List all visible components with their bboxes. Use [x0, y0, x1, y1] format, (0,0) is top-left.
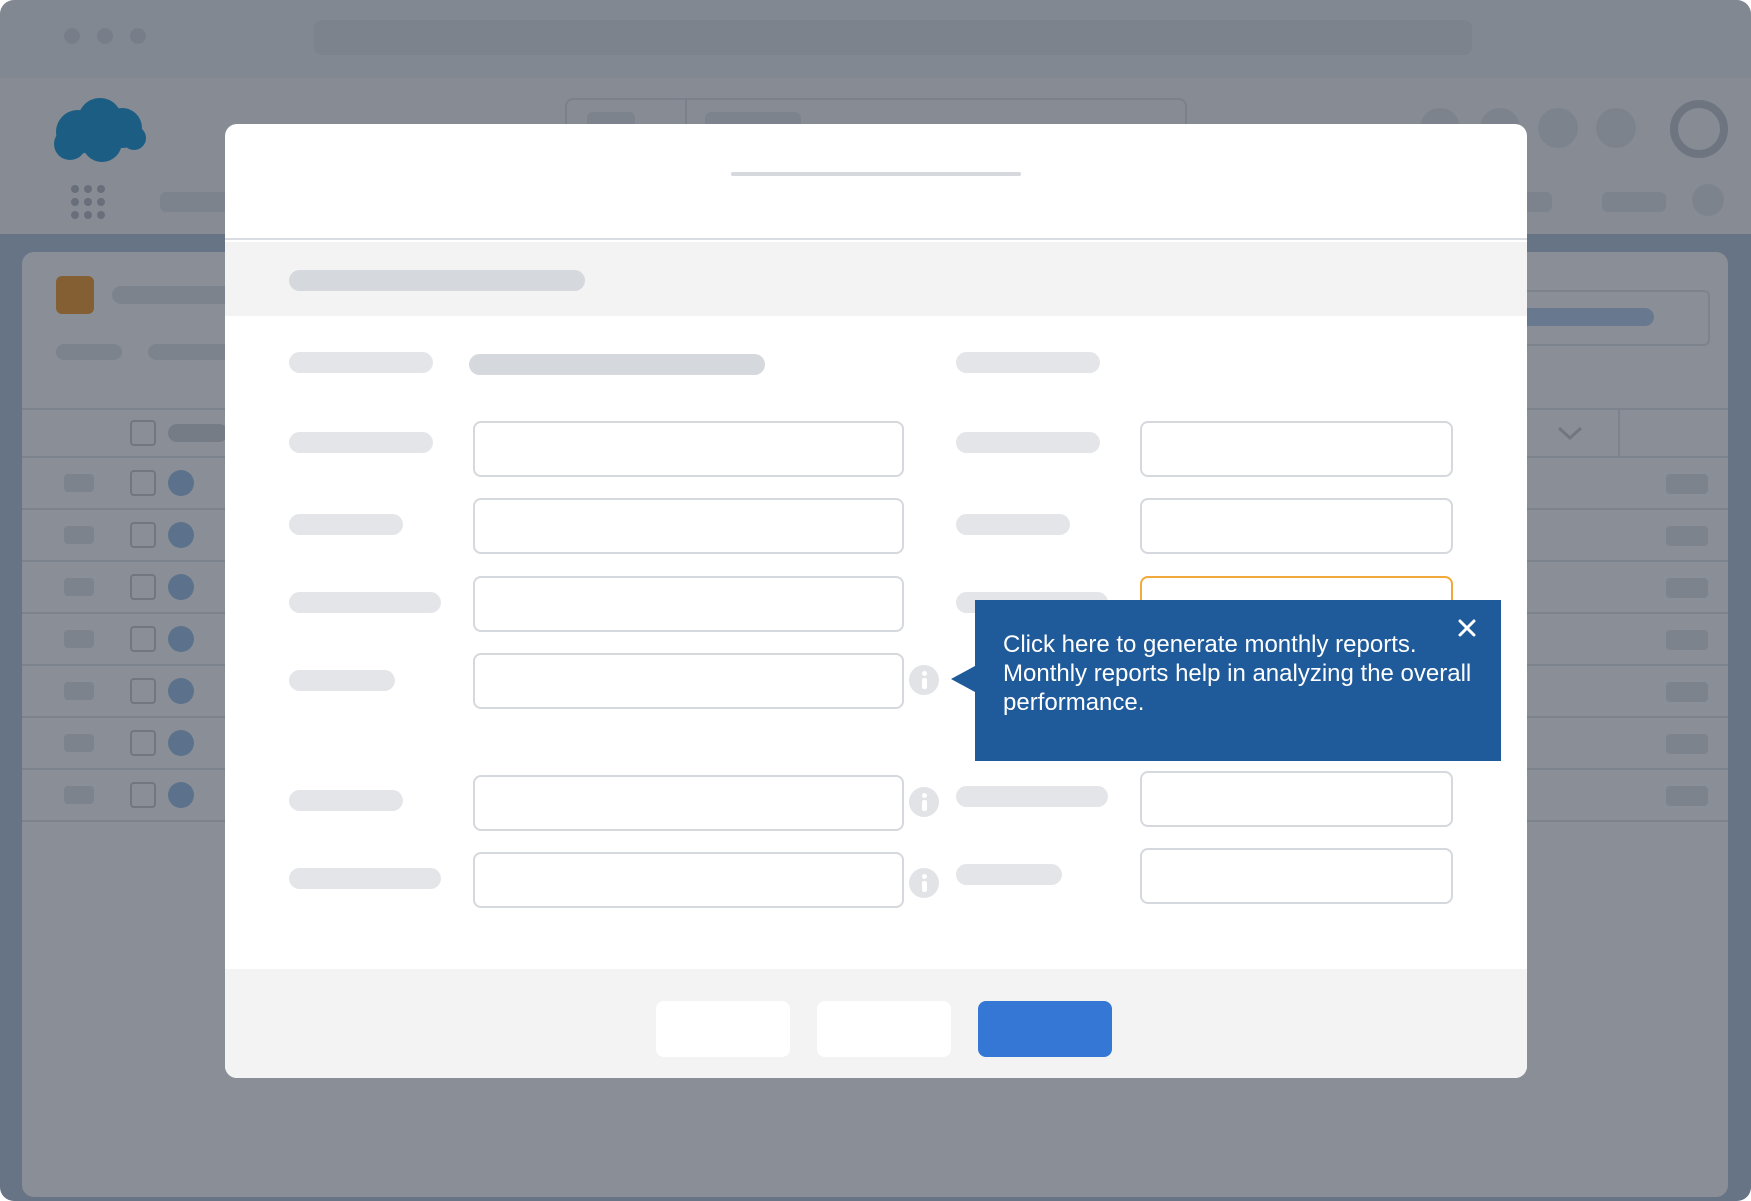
field-label — [289, 592, 441, 613]
field-label — [289, 432, 433, 453]
section-title — [289, 270, 585, 291]
save-and-new-button[interactable] — [817, 1001, 951, 1057]
field-label — [289, 670, 395, 691]
text-field[interactable] — [473, 498, 904, 554]
app-window: Click here to generate monthly reports. … — [0, 0, 1751, 1201]
field-label — [289, 790, 403, 811]
field-label — [956, 786, 1108, 807]
text-field[interactable] — [1140, 848, 1453, 904]
text-field[interactable] — [473, 421, 904, 477]
text-field[interactable] — [473, 775, 904, 831]
info-icon[interactable] — [909, 665, 939, 695]
text-field[interactable] — [473, 852, 904, 908]
section-header[interactable] — [225, 242, 1527, 316]
field-label — [289, 352, 433, 373]
field-label — [956, 864, 1062, 885]
field-value — [469, 354, 765, 375]
text-field[interactable] — [1140, 498, 1453, 554]
text-field[interactable] — [473, 576, 904, 632]
cancel-button[interactable] — [656, 1001, 790, 1057]
modal-header — [225, 124, 1527, 240]
modal-title — [731, 172, 1021, 176]
guidance-tooltip[interactable]: Click here to generate monthly reports. … — [975, 600, 1501, 761]
text-field[interactable] — [1140, 771, 1453, 827]
field-label — [956, 514, 1070, 535]
info-icon[interactable] — [909, 868, 939, 898]
text-field[interactable] — [1140, 421, 1453, 477]
field-label — [956, 432, 1100, 453]
field-label — [956, 352, 1100, 373]
save-button[interactable] — [978, 1001, 1112, 1057]
field-label — [289, 868, 441, 889]
close-icon[interactable] — [1455, 616, 1479, 640]
tooltip-message: Click here to generate monthly reports. … — [1003, 631, 1472, 716]
info-icon[interactable] — [909, 787, 939, 817]
text-field[interactable] — [473, 653, 904, 709]
tooltip-pointer — [951, 666, 975, 692]
field-label — [289, 514, 403, 535]
